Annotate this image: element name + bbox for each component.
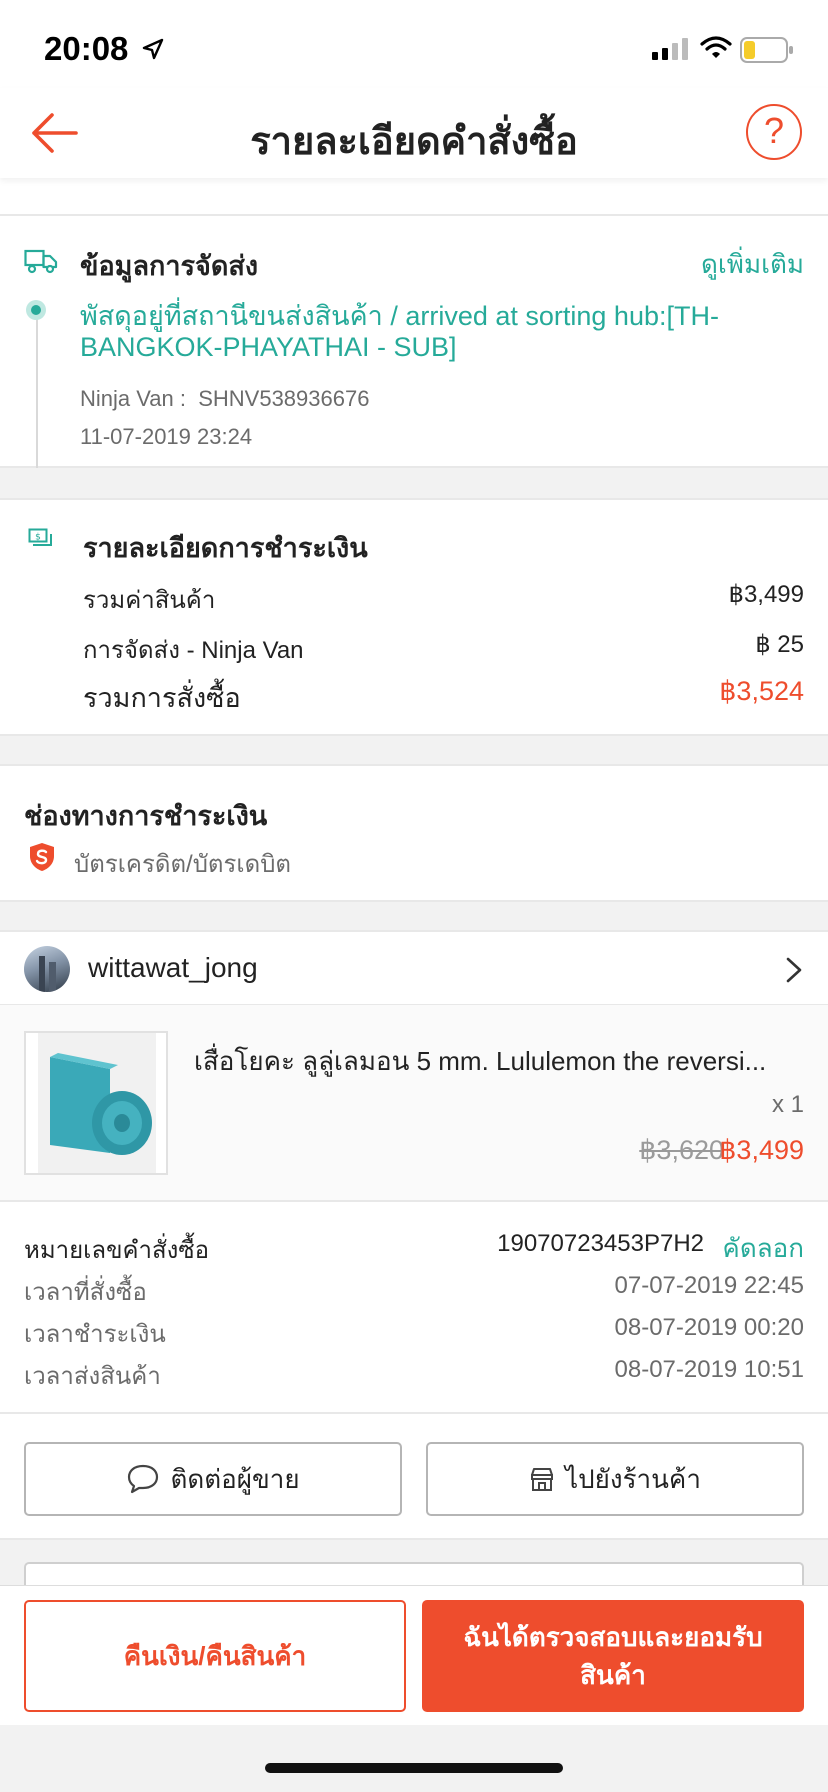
order-time-label: เวลาที่สั่งซื้อ [24,1279,147,1306]
order-total-label: รวมการสั่งซื้อ [83,683,241,713]
payment-method-section: ช่องทางการชำระเงิน บัตรเครดิต/บัตรเดบิต [0,764,828,902]
shipping-fee-value: ฿ 25 [755,631,804,658]
home-indicator [265,1763,563,1773]
payment-method-title: ช่องทางการชำระเงิน [24,801,268,831]
payment-details-title: รายละเอียดการชำระเงิน [83,533,368,563]
order-number-value: 19070723453P7H2 [497,1230,704,1257]
shipping-title: ข้อมูลการจัดส่ง [80,251,259,281]
product-quantity: x 1 [771,1091,804,1118]
wifi-icon [700,36,732,58]
status-bar: 20:08 [0,0,828,88]
nav-bar: รายละเอียดคำสั่งซื้อ ? [0,88,828,178]
help-button[interactable]: ? [746,104,802,160]
battery-icon [740,37,793,63]
seller-avatar [24,946,70,992]
timeline-line [36,304,38,468]
refund-button-label: คืนเงิน/คืนสินค้า [123,1640,307,1671]
payment-time-value: 08-07-2019 00:20 [614,1314,805,1341]
refund-button[interactable]: คืนเงิน/คืนสินค้า [24,1600,406,1712]
subtotal-label: รวมค่าสินค้า [83,587,216,614]
delivery-truck-icon [24,249,58,274]
status-time: 20:08 [44,30,129,67]
product-name: เสื่อโยคะ ลูลู่เลมอน 5 mm. Lululemon the… [194,1046,767,1076]
shipping-info-section[interactable]: ข้อมูลการจัดส่ง ดูเพิ่มเติม พัสดุอยู่ที่… [0,214,828,468]
carrier-tracking-number: Ninja Van : SHNV538936676 [80,386,370,411]
payment-method-value: บัตรเครดิต/บัตรเดบิต [74,851,292,878]
shopee-shield-icon [30,843,54,871]
timeline-dot-inner [31,305,41,315]
go-to-shop-button[interactable]: ไปยังร้านค้า [426,1442,804,1516]
contact-seller-label: ติดต่อผู้ขาย [170,1463,300,1494]
order-time-value: 07-07-2019 22:45 [614,1272,805,1299]
page-title: รายละเอียดคำสั่งซื้อ [250,121,578,163]
action-buttons-section: ติดต่อผู้ขาย ไปยังร้านค้า [0,1414,828,1540]
shop-icon [531,1468,554,1491]
product-row[interactable]: เสื่อโยคะ ลูลู่เลมอน 5 mm. Lululemon the… [0,1004,828,1202]
shipping-fee-label: การจัดส่ง - Ninja Van [83,637,304,664]
ship-time-value: 08-07-2019 10:51 [614,1356,805,1383]
go-to-shop-label: ไปยังร้านค้า [565,1463,701,1494]
chat-bubble-icon [128,1464,159,1494]
subtotal-value: ฿3,499 [728,581,804,608]
seller-row[interactable]: wittawat_jong [0,930,828,1006]
cellular-signal-icon [652,38,688,60]
payment-time-label: เวลาชำระเงิน [24,1321,166,1348]
product-image [24,1031,168,1175]
copy-order-number-button[interactable]: คัดลอก [722,1228,804,1269]
contact-seller-button[interactable]: ติดต่อผู้ขาย [24,1442,402,1516]
payment-details-section: $ รายละเอียดการชำระเงิน รวมค่าสินค้า ฿3,… [0,498,828,736]
accept-order-button[interactable]: ฉันได้ตรวจสอบและยอมรับ สินค้า [422,1600,804,1712]
bottom-action-bar: คืนเงิน/คืนสินค้า ฉันได้ตรวจสอบและยอมรับ… [0,1585,828,1725]
product-original-price: ฿3,620 [639,1135,724,1165]
order-info-section: หมายเลขคำสั่งซื้อ 19070723453P7H2 คัดลอก… [0,1200,828,1414]
order-number-label: หมายเลขคำสั่งซื้อ [24,1237,210,1264]
see-more-link[interactable]: ดูเพิ่มเติม [701,244,804,285]
tracking-status-line2: BANGKOK-PHAYATHAI - SUB] [80,332,457,362]
money-icon: $ [28,528,52,546]
order-total-value: ฿3,524 [719,676,804,706]
tracking-timestamp: 11-07-2019 23:24 [80,424,253,449]
ship-time-label: เวลาส่งสินค้า [24,1363,161,1390]
location-arrow-icon [142,38,164,60]
svg-text:$: $ [35,533,41,543]
accept-order-label-line2: สินค้า [580,1660,646,1690]
product-price: ฿3,499 [719,1135,804,1165]
accept-order-label-line1: ฉันได้ตรวจสอบและยอมรับ [463,1622,763,1652]
seller-name: wittawat_jong [88,952,258,983]
tracking-status-line1: พัสดุอยู่ที่สถานีขนส่งสินค้า / arrived a… [80,301,719,331]
chevron-right-icon [786,957,802,983]
